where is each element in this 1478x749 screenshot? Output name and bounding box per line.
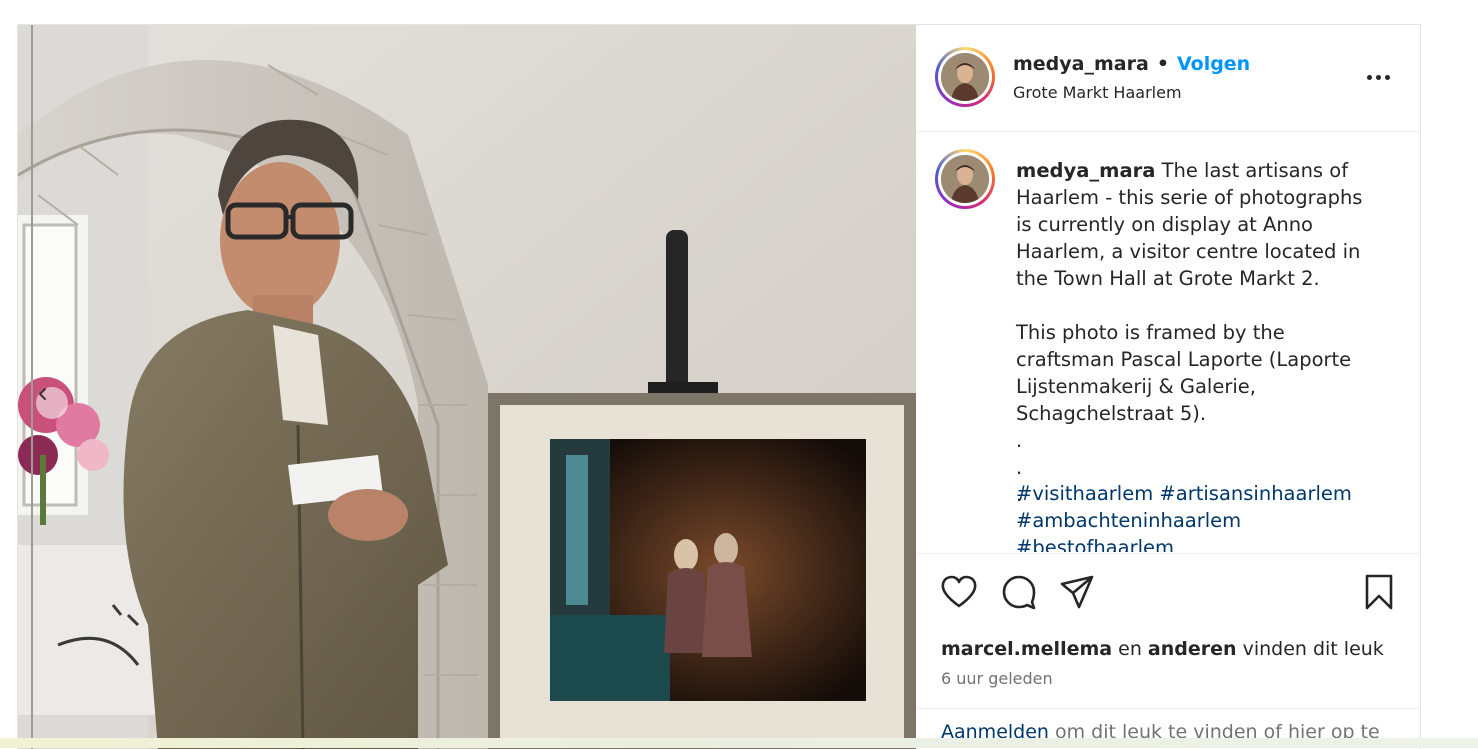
caption-avatar-photo-image	[941, 155, 989, 203]
username-link[interactable]: medya_mara	[1013, 53, 1149, 75]
caption-username-link[interactable]: medya_mara	[1016, 159, 1155, 182]
avatar[interactable]	[935, 47, 995, 107]
post-timestamp[interactable]: 6 uur geleden	[941, 669, 1053, 688]
bookmark-icon[interactable]	[1359, 572, 1399, 612]
paper-plane-icon[interactable]	[1057, 572, 1097, 612]
location-link[interactable]: Grote Markt Haarlem	[1013, 83, 1182, 102]
caption-area[interactable]: medya_mara The last artisans of Haarlem …	[917, 132, 1420, 552]
avatar-photo-image	[941, 53, 989, 101]
chevron-left-icon	[39, 388, 46, 400]
post-photo[interactable]	[18, 25, 916, 749]
post-photo-illustration	[18, 25, 916, 749]
instagram-post: medya_mara • Volgen Grote Markt Haarlem	[17, 24, 1421, 749]
more-options-icon[interactable]	[1363, 65, 1393, 89]
browser-bottom-edge	[0, 738, 1478, 748]
follow-button[interactable]: Volgen	[1177, 53, 1250, 75]
separator-dot: •	[1156, 53, 1169, 75]
post-side-panel: medya_mara • Volgen Grote Markt Haarlem	[917, 25, 1420, 749]
caption-text: medya_mara The last artisans of Haarlem …	[1016, 157, 1376, 508]
action-bar: marcel.mellema en anderen vinden dit leu…	[917, 553, 1420, 709]
comment-icon[interactable]	[999, 572, 1039, 612]
liked-by-others-link[interactable]: anderen	[1148, 638, 1237, 660]
post-header: medya_mara • Volgen Grote Markt Haarlem	[917, 25, 1420, 132]
heart-icon[interactable]	[939, 572, 979, 612]
hashtag-list: #visithaarlem #artisansinhaarlem #ambach…	[1016, 480, 1396, 552]
carousel-prev-button[interactable]	[36, 387, 68, 419]
hashtag-link[interactable]: #artisansinhaarlem	[1159, 482, 1351, 505]
liked-by-user-link[interactable]: marcel.mellema	[941, 638, 1112, 660]
hashtag-link[interactable]: #bestofhaarlem	[1016, 536, 1174, 552]
header-user-line: medya_mara • Volgen	[1013, 53, 1250, 75]
hashtag-link[interactable]: #visithaarlem	[1016, 482, 1153, 505]
likes-summary: marcel.mellema en anderen vinden dit leu…	[941, 638, 1384, 660]
caption-body: The last artisans of Haarlem - this seri…	[1016, 159, 1363, 506]
hashtag-link[interactable]: #ambachteninhaarlem	[1016, 509, 1241, 532]
caption-avatar[interactable]	[935, 149, 995, 209]
